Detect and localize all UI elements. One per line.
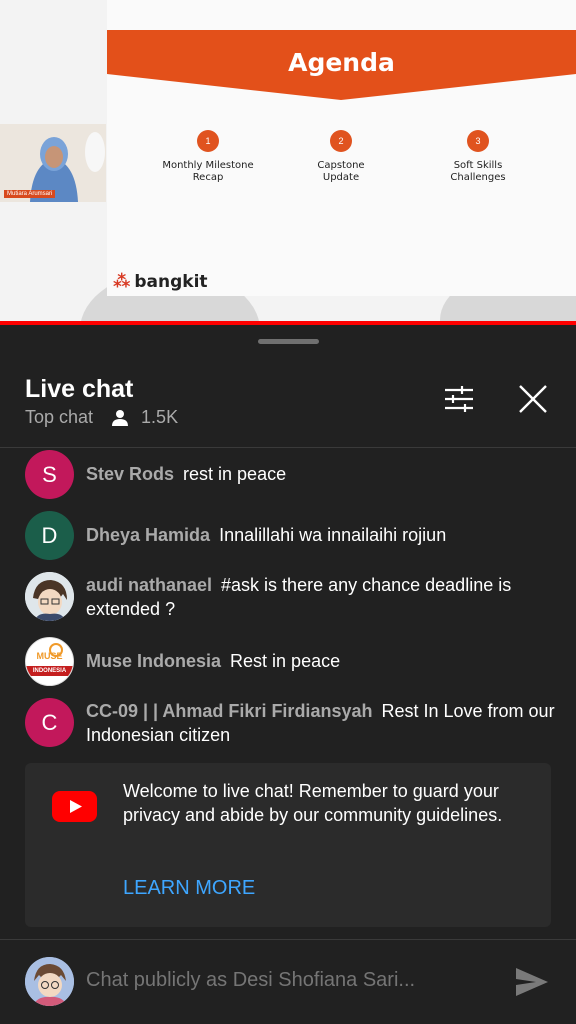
live-chat-panel: Live chat Top chat 1.5K S Stev Rods rest …	[0, 325, 576, 1024]
agenda-number: 3	[467, 130, 489, 152]
agenda-label-line: Recap	[192, 172, 224, 183]
send-button[interactable]	[514, 965, 550, 999]
message-author[interactable]: Muse Indonesia	[86, 651, 221, 671]
chat-input[interactable]	[86, 969, 496, 992]
close-icon	[519, 385, 547, 413]
my-avatar-image	[25, 957, 74, 1006]
message-text: Rest in peace	[230, 651, 341, 671]
muse-logo-icon	[26, 638, 73, 685]
agenda-label: Capstone Update	[281, 160, 401, 184]
agenda-label: Soft Skills Challenges	[418, 160, 538, 184]
agenda-item: 1 Monthly Milestone Recap	[148, 130, 268, 184]
viewer-count: 1.5K	[111, 407, 178, 428]
message-text: Innalillahi wa innailaihi rojiun	[219, 525, 447, 545]
message-author[interactable]: Dheya Hamida	[86, 525, 210, 545]
agenda-item: 3 Soft Skills Challenges	[418, 130, 538, 184]
avatar[interactable]: D	[25, 511, 74, 560]
close-button[interactable]	[516, 382, 550, 416]
muse-logo-text: MUSE	[36, 651, 63, 661]
bangkit-logo-icon: ⁂	[113, 272, 131, 292]
agenda-number: 1	[197, 130, 219, 152]
video-player[interactable]: Mutiara Arumsari Agenda 1 Monthly Milest…	[0, 0, 576, 324]
drag-handle[interactable]	[258, 339, 319, 344]
agenda-label-line: Monthly Milestone	[162, 160, 254, 171]
agenda-label-line: Capstone	[317, 160, 365, 171]
message-body: Dheya Hamida Innalillahi wa innailaihi ro…	[86, 523, 556, 547]
welcome-text: Welcome to live chat! Remember to guard …	[123, 781, 503, 825]
message-body: audi nathanael #ask is there any chance d…	[86, 573, 556, 621]
agenda-label-line: Challenges	[450, 172, 506, 183]
message-body: CC-09 | | Ahmad Fikri Firdiansyah Rest In…	[86, 699, 556, 747]
presenter-camera: Mutiara Arumsari	[0, 124, 106, 202]
agenda-label-line: Soft Skills	[453, 160, 503, 171]
chat-mode-selector[interactable]: Top chat 1.5K	[25, 407, 178, 428]
person-icon	[112, 409, 129, 426]
learn-more-link[interactable]: LEARN MORE	[123, 877, 255, 900]
youtube-icon	[52, 791, 97, 822]
input-divider	[0, 939, 576, 940]
slide-title: Agenda	[288, 48, 395, 77]
brand-logo: ⁂ bangkit	[113, 272, 208, 292]
chat-mode-label: Top chat	[25, 407, 94, 427]
message-author[interactable]: audi nathanael	[86, 575, 212, 595]
muse-logo-subtext: INDONESIA	[32, 668, 67, 674]
agenda-number: 2	[330, 130, 352, 152]
message-author[interactable]: Stev Rods	[86, 464, 174, 484]
agenda-item: 2 Capstone Update	[281, 130, 401, 184]
filter-button[interactable]	[442, 382, 476, 416]
presenter-name: Mutiara Arumsari	[4, 190, 56, 198]
anime-avatar-image	[25, 572, 74, 621]
viewer-count-value: 1.5K	[141, 407, 179, 427]
slide: Agenda 1 Monthly Milestone Recap 2 Capst…	[107, 0, 576, 296]
agenda-label: Monthly Milestone Recap	[148, 160, 268, 184]
message-body: Muse Indonesia Rest in peace	[86, 649, 556, 673]
my-avatar[interactable]	[25, 957, 74, 1006]
avatar[interactable]: C	[25, 698, 74, 747]
avatar[interactable]	[25, 572, 74, 621]
chat-title: Live chat	[25, 375, 134, 403]
message-author[interactable]: CC-09 | | Ahmad Fikri Firdiansyah	[86, 701, 372, 721]
welcome-card: Welcome to live chat! Remember to guard …	[25, 763, 551, 927]
message-text: rest in peace	[183, 464, 287, 484]
avatar[interactable]: S	[25, 450, 74, 499]
send-icon	[516, 968, 548, 996]
tune-icon	[445, 386, 473, 412]
brand-logo-text: bangkit	[134, 272, 208, 292]
message-body: Stev Rods rest in peace	[86, 462, 556, 486]
header-divider	[0, 447, 576, 448]
avatar[interactable]: MUSE INDONESIA	[25, 637, 74, 686]
agenda-label-line: Update	[322, 172, 360, 183]
